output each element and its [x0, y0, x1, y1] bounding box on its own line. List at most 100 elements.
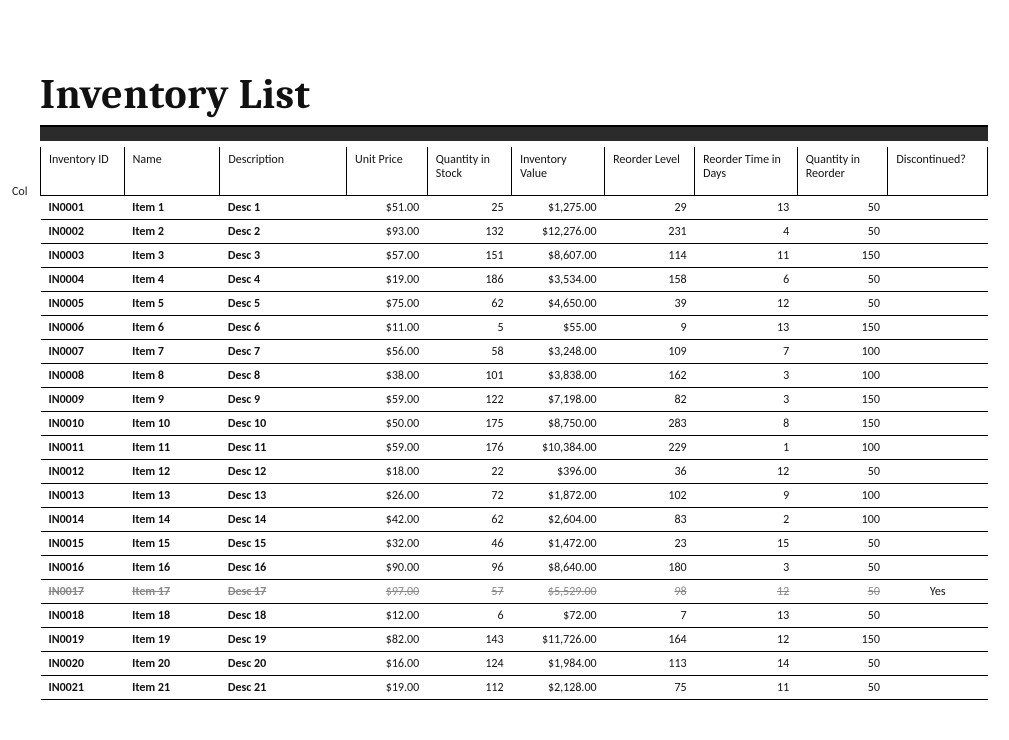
cell-desc: Desc 21: [220, 676, 347, 700]
cell-qty: 132: [427, 220, 511, 244]
cell-unit-price: $90.00: [347, 556, 428, 580]
table-row: IN0008Item 8Desc 8$38.00101$3,838.001623…: [41, 364, 988, 388]
table-row: IN0005Item 5Desc 5$75.0062$4,650.0039125…: [41, 292, 988, 316]
cell-discontinued: [888, 364, 988, 388]
cell-value: $72.00: [512, 604, 605, 628]
cell-reorder-time: 1: [695, 436, 798, 460]
col-header-qty: Quantity in Stock: [427, 147, 511, 196]
cell-value: $3,248.00: [512, 340, 605, 364]
cell-unit-price: $50.00: [347, 412, 428, 436]
cell-discontinued: [888, 604, 988, 628]
table-row: IN0012Item 12Desc 12$18.0022$396.0036125…: [41, 460, 988, 484]
cell-qty-reorder: 150: [797, 628, 888, 652]
cell-id: IN0021: [41, 676, 125, 700]
cell-desc: Desc 12: [220, 460, 347, 484]
cell-qty-reorder: 50: [797, 220, 888, 244]
cell-discontinued: [888, 388, 988, 412]
cell-name: Item 1: [124, 196, 220, 220]
cell-desc: Desc 2: [220, 220, 347, 244]
cell-id: IN0014: [41, 508, 125, 532]
cell-reorder-level: 75: [605, 676, 695, 700]
cell-reorder-level: 82: [605, 388, 695, 412]
cell-reorder-time: 11: [695, 244, 798, 268]
cell-discontinued: [888, 220, 988, 244]
cell-unit-price: $82.00: [347, 628, 428, 652]
cell-discontinued: [888, 268, 988, 292]
cell-qty-reorder: 50: [797, 268, 888, 292]
cell-id: IN0002: [41, 220, 125, 244]
cell-qty-reorder: 50: [797, 460, 888, 484]
cell-desc: Desc 13: [220, 484, 347, 508]
table-row: IN0011Item 11Desc 11$59.00176$10,384.002…: [41, 436, 988, 460]
cell-qty: 62: [427, 292, 511, 316]
cell-qty: 112: [427, 676, 511, 700]
cell-reorder-level: 39: [605, 292, 695, 316]
cell-qty: 122: [427, 388, 511, 412]
cell-discontinued: [888, 244, 988, 268]
cell-reorder-level: 109: [605, 340, 695, 364]
table-row: IN0003Item 3Desc 3$57.00151$8,607.001141…: [41, 244, 988, 268]
cell-name: Item 14: [124, 508, 220, 532]
cell-unit-price: $42.00: [347, 508, 428, 532]
cell-name: Item 9: [124, 388, 220, 412]
cell-unit-price: $59.00: [347, 436, 428, 460]
cell-name: Item 21: [124, 676, 220, 700]
column-cutoff-label: Col: [12, 185, 27, 199]
cell-unit-price: $18.00: [347, 460, 428, 484]
cell-reorder-time: 14: [695, 652, 798, 676]
page-title: Inventory List: [40, 70, 989, 119]
cell-desc: Desc 20: [220, 652, 347, 676]
cell-name: Item 2: [124, 220, 220, 244]
table-row: IN0020Item 20Desc 20$16.00124$1,984.0011…: [41, 652, 988, 676]
cell-qty: 124: [427, 652, 511, 676]
cell-unit-price: $19.00: [347, 268, 428, 292]
cell-reorder-level: 162: [605, 364, 695, 388]
cell-qty: 6: [427, 604, 511, 628]
cell-id: IN0013: [41, 484, 125, 508]
cell-unit-price: $97.00: [347, 580, 428, 604]
cell-qty: 175: [427, 412, 511, 436]
cell-qty-reorder: 100: [797, 484, 888, 508]
cell-qty-reorder: 50: [797, 652, 888, 676]
cell-id: IN0016: [41, 556, 125, 580]
cell-qty-reorder: 150: [797, 244, 888, 268]
table-row: IN0006Item 6Desc 6$11.005$55.00913150: [41, 316, 988, 340]
cell-reorder-time: 4: [695, 220, 798, 244]
cell-qty: 176: [427, 436, 511, 460]
cell-reorder-time: 12: [695, 292, 798, 316]
cell-unit-price: $59.00: [347, 388, 428, 412]
cell-id: IN0009: [41, 388, 125, 412]
cell-reorder-level: 98: [605, 580, 695, 604]
cell-qty-reorder: 150: [797, 316, 888, 340]
cell-qty-reorder: 100: [797, 508, 888, 532]
cell-discontinued: [888, 484, 988, 508]
cell-desc: Desc 18: [220, 604, 347, 628]
cell-reorder-level: 180: [605, 556, 695, 580]
cell-name: Item 20: [124, 652, 220, 676]
cell-discontinued: Yes: [888, 580, 988, 604]
cell-discontinued: [888, 556, 988, 580]
cell-reorder-level: 7: [605, 604, 695, 628]
cell-discontinued: [888, 628, 988, 652]
cell-qty: 151: [427, 244, 511, 268]
cell-value: $3,838.00: [512, 364, 605, 388]
col-header-discontinued: Discontinued?: [888, 147, 988, 196]
cell-value: $396.00: [512, 460, 605, 484]
cell-reorder-level: 164: [605, 628, 695, 652]
cell-id: IN0003: [41, 244, 125, 268]
table-row: IN0001Item 1Desc 1$51.0025$1,275.0029135…: [41, 196, 988, 220]
cell-name: Item 13: [124, 484, 220, 508]
cell-qty-reorder: 100: [797, 436, 888, 460]
cell-qty: 25: [427, 196, 511, 220]
cell-id: IN0007: [41, 340, 125, 364]
cell-name: Item 7: [124, 340, 220, 364]
cell-qty-reorder: 150: [797, 388, 888, 412]
cell-value: $1,872.00: [512, 484, 605, 508]
cell-reorder-time: 15: [695, 532, 798, 556]
table-row: IN0004Item 4Desc 4$19.00186$3,534.001586…: [41, 268, 988, 292]
cell-qty-reorder: 50: [797, 604, 888, 628]
table-header-row: Inventory ID Name Description Unit Price…: [41, 147, 988, 196]
cell-value: $12,276.00: [512, 220, 605, 244]
cell-name: Item 18: [124, 604, 220, 628]
cell-value: $11,726.00: [512, 628, 605, 652]
